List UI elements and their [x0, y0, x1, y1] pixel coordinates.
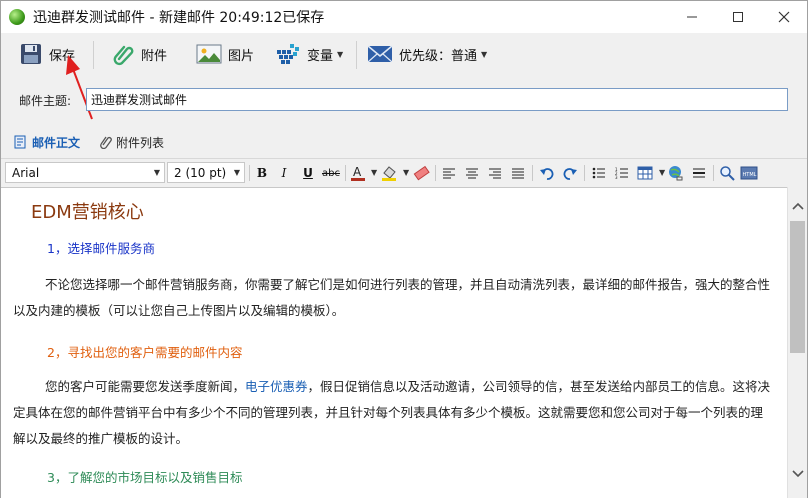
chevron-down-icon: ▼: [481, 49, 488, 59]
format-divider: [584, 165, 585, 181]
font-family-select[interactable]: Arial ▼: [5, 162, 165, 183]
scroll-down-icon[interactable]: [792, 469, 804, 479]
highlight-color-icon[interactable]: [379, 163, 399, 183]
chevron-down-icon[interactable]: ▼: [659, 168, 665, 177]
section-3-title: 3，了解您的市场目标以及销售目标: [47, 470, 243, 485]
align-justify-icon[interactable]: [508, 163, 528, 183]
format-divider: [713, 165, 714, 181]
chevron-down-icon: ▼: [337, 49, 344, 59]
tab-mail-body-label: 邮件正文: [32, 135, 81, 150]
variable-button[interactable]: 变量 ▼: [275, 37, 343, 71]
paperclip-icon: [113, 45, 134, 66]
format-divider: [532, 165, 533, 181]
tab-attachment-list-label: 附件列表: [116, 135, 165, 150]
subject-row: 邮件主题:: [1, 85, 807, 115]
scroll-up-icon[interactable]: [792, 201, 804, 211]
attach-button[interactable]: 附件: [111, 37, 167, 71]
subject-input[interactable]: [86, 88, 788, 111]
font-family-value: Arial: [12, 165, 40, 180]
tab-attachment-list[interactable]: 附件列表: [99, 131, 164, 153]
e-coupon-link[interactable]: 电子优惠券: [245, 379, 308, 394]
font-color-icon[interactable]: A: [348, 163, 368, 183]
main-toolbar: 保存 附件 图片 变量 ▼ 优先级：普通 ▼: [1, 33, 807, 75]
section-1-paragraph: 不论您选择哪一个邮件营销服务商，你需要了解它们是如何进行列表的管理，并且自动清洗…: [13, 277, 771, 318]
undo-icon[interactable]: [537, 163, 557, 183]
numbered-list-icon[interactable]: 123: [612, 163, 632, 183]
section-2-text-a: 您的客户可能需要您发送季度新闻，: [45, 379, 246, 394]
title-bar: 迅迪群发测试邮件 - 新建邮件 20:49:12已保存: [1, 1, 807, 33]
redo-icon[interactable]: [560, 163, 580, 183]
chevron-down-icon[interactable]: ▼: [403, 168, 409, 177]
variable-label: 变量: [307, 48, 334, 64]
svg-text:3: 3: [615, 175, 618, 179]
chevron-down-icon: ▼: [233, 168, 240, 177]
underline-icon[interactable]: U: [298, 163, 318, 183]
attach-label: 附件: [141, 48, 168, 64]
insert-image-button[interactable]: 图片: [196, 37, 254, 71]
email-compose-window: 迅迪群发测试邮件 - 新建邮件 20:49:12已保存 保存 附件 图片 变量 …: [0, 0, 808, 498]
bullet-list-icon[interactable]: [589, 163, 609, 183]
align-right-icon[interactable]: [485, 163, 505, 183]
table-icon[interactable]: [635, 163, 655, 183]
maximize-button[interactable]: [715, 1, 761, 33]
envelope-icon: [367, 45, 393, 63]
svg-text:A: A: [353, 165, 362, 179]
close-button[interactable]: [761, 1, 807, 33]
strikethrough-icon[interactable]: abc: [321, 163, 341, 183]
format-divider: [435, 165, 436, 181]
chevron-down-icon[interactable]: ▼: [371, 168, 377, 177]
tab-bar: 邮件正文 附件列表: [1, 127, 807, 155]
document-icon: [14, 135, 26, 149]
find-icon[interactable]: [717, 163, 737, 183]
vertical-scrollbar[interactable]: [787, 187, 807, 498]
variable-icon: [277, 44, 299, 64]
font-size-select[interactable]: 2 (10 pt) ▼: [167, 162, 245, 183]
subject-label: 邮件主题:: [19, 94, 72, 108]
align-center-icon[interactable]: [462, 163, 482, 183]
svg-text:HTML: HTML: [743, 172, 757, 178]
image-label: 图片: [228, 48, 255, 64]
html-source-icon[interactable]: HTML: [739, 163, 759, 183]
priority-dropdown[interactable]: 优先级：普通 ▼: [367, 37, 487, 71]
align-left-icon[interactable]: [439, 163, 459, 183]
priority-label: 优先级：普通: [399, 48, 478, 64]
bold-icon[interactable]: B: [252, 163, 272, 183]
font-size-value: 2 (10 pt): [174, 165, 227, 180]
minimize-button[interactable]: [669, 1, 715, 33]
mail-body-editor[interactable]: EDM营销核心 1，选择邮件服务商 不论您选择哪一个邮件营销服务商，你需要了解它…: [1, 187, 789, 498]
image-icon: [196, 44, 222, 64]
paperclip-icon: [100, 136, 112, 149]
section-2-paragraph: 您的客户可能需要您发送季度新闻，电子优惠券，假日促销信息以及活动邀请，公司领导的…: [13, 374, 775, 452]
eraser-icon[interactable]: [411, 163, 431, 183]
section-1-title: 1，选择邮件服务商: [47, 241, 155, 256]
toolbar-divider: [356, 41, 357, 69]
horizontal-rule-icon[interactable]: [689, 163, 709, 183]
format-divider: [345, 165, 346, 181]
floppy-disk-icon: [21, 44, 41, 64]
window-title: 迅迪群发测试邮件 - 新建邮件 20:49:12已保存: [33, 10, 325, 26]
scrollbar-thumb[interactable]: [790, 221, 805, 353]
italic-icon[interactable]: I: [274, 163, 294, 183]
hyperlink-icon[interactable]: [666, 163, 686, 183]
content-heading: EDM营销核心: [31, 202, 144, 223]
section-2-title: 2，寻找出您的客户需要的邮件内容: [47, 345, 243, 360]
format-toolbar: Arial ▼ 2 (10 pt) ▼ B I U abc A ▼ ▼ 1 2 …: [1, 158, 807, 186]
format-divider: [249, 165, 250, 181]
chevron-down-icon: ▼: [153, 168, 160, 177]
globe-icon: [9, 9, 25, 25]
tab-mail-body[interactable]: 邮件正文: [13, 131, 80, 153]
